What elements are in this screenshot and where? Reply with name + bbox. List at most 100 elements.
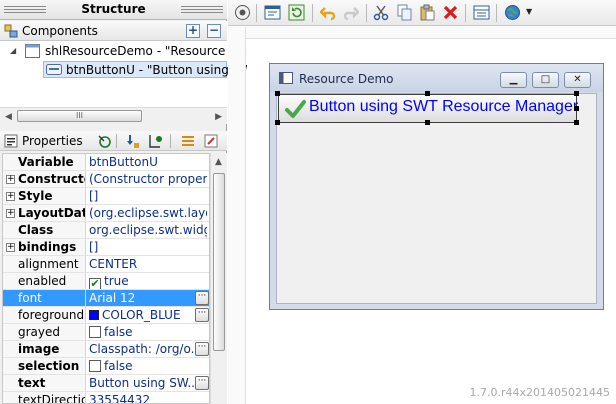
checkbox-icon[interactable] xyxy=(89,360,101,372)
property-name: Class xyxy=(3,222,86,238)
show-advanced-icon[interactable] xyxy=(180,133,196,149)
close-button[interactable]: ✕ xyxy=(564,72,591,88)
restore-default-icon[interactable] xyxy=(203,133,219,149)
selection-handle[interactable] xyxy=(574,120,579,125)
scroll-thumb[interactable] xyxy=(213,173,225,351)
property-value[interactable]: (Constructor proper... xyxy=(89,171,207,187)
property-row[interactable]: font Arial 12 ··· xyxy=(3,290,209,307)
property-row[interactable]: alignment CENTER xyxy=(3,256,209,273)
variable-scope-icon[interactable] xyxy=(147,133,163,149)
tree-item-button[interactable]: btnButtonU - "Button using SW xyxy=(43,61,252,78)
properties-table[interactable]: VariablebtnButtonUConstructor+(Construct… xyxy=(2,153,210,404)
cut-icon[interactable] xyxy=(373,4,390,21)
checkbox-icon[interactable] xyxy=(89,326,101,338)
components-tree[interactable]: ◢ shlResourceDemo - "Resource Den btnBut… xyxy=(0,41,253,107)
expand-icon[interactable]: + xyxy=(6,243,15,252)
property-value[interactable]: Button using SW... xyxy=(89,375,207,391)
property-row[interactable]: grayed false xyxy=(3,324,209,341)
delete-icon[interactable] xyxy=(442,4,459,21)
collapse-all-button[interactable]: − xyxy=(207,24,221,38)
property-value[interactable]: false xyxy=(89,324,207,340)
property-row[interactable]: Constructor+ (Constructor proper... xyxy=(3,171,209,188)
property-row[interactable]: foreground COLOR_BLUE ··· xyxy=(3,307,209,324)
scroll-thumb[interactable]: III xyxy=(17,110,142,122)
copy-icon[interactable] xyxy=(396,4,413,21)
property-value-text: true xyxy=(104,274,129,288)
property-row[interactable]: selection false xyxy=(3,358,209,375)
preview-icon[interactable] xyxy=(264,4,281,21)
expand-icon[interactable]: + xyxy=(6,209,15,218)
minimize-button[interactable]: ▁ xyxy=(500,72,527,88)
edit-property-button[interactable]: ··· xyxy=(195,308,209,322)
scroll-left-icon[interactable]: ◀ xyxy=(5,112,12,122)
property-value[interactable]: org.eclipse.swt.widg... xyxy=(89,222,207,238)
tree-item-shell[interactable]: ◢ shlResourceDemo - "Resource Den xyxy=(0,43,253,60)
swt-button[interactable]: Button using SWT Resource Manager xyxy=(278,94,579,123)
undo-icon[interactable] xyxy=(320,4,337,21)
edit-property-button[interactable]: ··· xyxy=(195,342,209,356)
property-row[interactable]: bindings + [] xyxy=(3,239,209,256)
property-row[interactable]: Variable btnButtonU xyxy=(3,154,209,171)
selection-handle[interactable] xyxy=(574,106,579,111)
selection-handle[interactable] xyxy=(275,91,280,96)
shell-client-area[interactable] xyxy=(276,93,597,304)
property-value-text: (Constructor proper... xyxy=(89,172,207,186)
expand-icon[interactable]: + xyxy=(6,192,15,201)
property-value[interactable]: CENTER xyxy=(89,256,207,272)
checkmark-icon xyxy=(285,100,306,118)
dropdown-icon[interactable]: ▼ xyxy=(526,7,532,16)
property-row[interactable]: Style + [] xyxy=(3,188,209,205)
expand-all-button[interactable]: + xyxy=(186,24,200,38)
paste-icon[interactable] xyxy=(419,4,436,21)
shell-titlebar[interactable]: Resource Demo ▁ □ ✕ xyxy=(270,64,603,92)
scroll-right-icon[interactable]: ▶ xyxy=(215,112,222,122)
goto-definition-icon[interactable] xyxy=(124,133,140,149)
checkbox-icon[interactable]: ✔ xyxy=(89,278,101,289)
property-value[interactable]: [] xyxy=(89,239,207,255)
property-value[interactable]: Classpath: /org/o... xyxy=(89,341,207,357)
property-value[interactable]: [] xyxy=(89,188,207,204)
property-row[interactable]: text Button using SW... ··· xyxy=(3,375,209,392)
edit-property-button[interactable]: ··· xyxy=(195,376,209,390)
property-value[interactable]: btnButtonU xyxy=(89,154,207,170)
scroll-up-icon[interactable]: ▲ xyxy=(215,157,222,167)
property-value[interactable]: 33554432 xyxy=(89,392,207,403)
property-value[interactable]: ✔ true xyxy=(89,273,207,289)
maximize-button[interactable]: □ xyxy=(532,72,559,88)
property-value[interactable]: Arial 12 xyxy=(89,290,207,306)
show-events-icon[interactable] xyxy=(96,133,112,149)
property-value[interactable]: (org.eclipse.swt.layo... xyxy=(89,205,207,221)
swt-button-label: Button using SWT Resource Manager xyxy=(309,98,579,115)
properties-vertical-scrollbar[interactable]: ▲ xyxy=(210,153,227,404)
selection-handle[interactable] xyxy=(425,120,430,125)
property-row[interactable]: Classorg.eclipse.swt.widg... xyxy=(3,222,209,239)
property-name: enabled xyxy=(3,273,86,289)
test-icon[interactable] xyxy=(234,4,251,21)
button-widget-icon xyxy=(46,64,62,75)
tree-horizontal-scrollbar[interactable]: ◀ III ▶ xyxy=(0,107,227,124)
toolbar-separator xyxy=(170,134,171,148)
property-value[interactable]: false xyxy=(89,358,207,374)
selection-handle[interactable] xyxy=(425,91,430,96)
refresh-icon[interactable] xyxy=(288,4,305,21)
edit-property-button[interactable]: ··· xyxy=(195,291,209,305)
selection-handle[interactable] xyxy=(275,120,280,125)
version-label: 1.7.0.r44x201405021445 xyxy=(469,386,611,399)
components-header: Components + − xyxy=(0,21,227,41)
tree-collapse-icon[interactable]: ◢ xyxy=(10,46,16,55)
redo-icon[interactable] xyxy=(342,4,359,21)
expand-icon[interactable]: + xyxy=(6,175,15,184)
toolbar-separator xyxy=(366,4,367,22)
selection-handle[interactable] xyxy=(574,91,579,96)
property-row[interactable]: image Classpath: /org/o... ··· xyxy=(3,341,209,358)
property-row[interactable]: textDirection33554432 xyxy=(3,392,209,403)
shell-title: Resource Demo xyxy=(299,72,394,86)
property-row[interactable]: enabled ✔ true xyxy=(3,273,209,290)
property-row[interactable]: LayoutData+ (org.eclipse.swt.layo... xyxy=(3,205,209,222)
property-name: textDirection xyxy=(3,392,86,403)
globe-icon[interactable] xyxy=(504,4,521,21)
property-value[interactable]: COLOR_BLUE xyxy=(89,307,207,323)
property-value-text: false xyxy=(104,359,133,373)
layout-icon[interactable] xyxy=(473,4,490,21)
structure-title-bar[interactable]: Structure xyxy=(0,0,227,20)
